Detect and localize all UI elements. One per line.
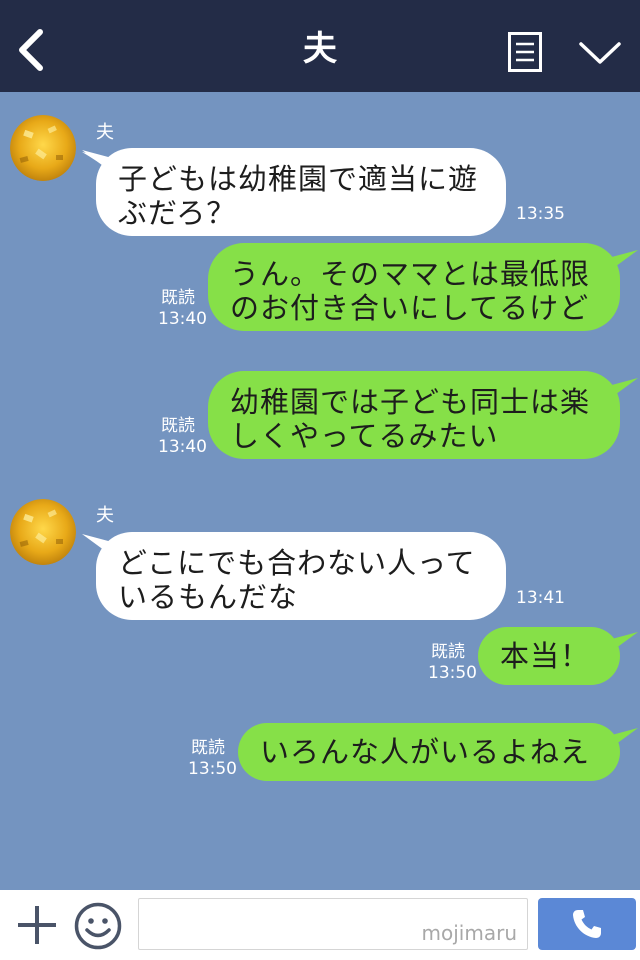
- avatar[interactable]: [10, 499, 76, 565]
- read-label: 既読: [161, 416, 195, 436]
- avatar[interactable]: [10, 115, 76, 181]
- read-label: 既読: [191, 738, 225, 758]
- message-bubble[interactable]: 幼稚園では子ども同士は楽 しくやってるみたい: [208, 371, 620, 459]
- message-bubble[interactable]: どこにでも合わない人って いるもんだな: [96, 532, 506, 620]
- plus-icon[interactable]: [16, 904, 58, 946]
- message-bubble[interactable]: 子どもは幼稚園で適当に遊 ぶだろ？: [96, 148, 506, 236]
- message-time: 13:40: [158, 309, 207, 329]
- chevron-down-icon[interactable]: [578, 40, 622, 66]
- read-receipt: 既読 13:50: [188, 738, 237, 780]
- message-bubble[interactable]: 本当！: [478, 627, 620, 685]
- message-time: 13:35: [516, 204, 565, 224]
- message-bubble[interactable]: いろんな人がいるよねえ: [238, 723, 620, 781]
- read-label: 既読: [161, 288, 195, 308]
- message-time: 13:50: [428, 663, 477, 683]
- read-receipt: 既読 13:50: [428, 642, 477, 684]
- read-label: 既読: [431, 642, 465, 662]
- smile-icon[interactable]: [74, 902, 122, 950]
- input-bar: mojimaru: [0, 890, 640, 960]
- message-time: 13:40: [158, 437, 207, 457]
- sender-name: 夫: [96, 122, 114, 143]
- watermark: mojimaru: [421, 921, 517, 945]
- chat-title: 夫: [303, 29, 337, 69]
- read-receipt: 既読 13:40: [158, 288, 207, 330]
- message-input[interactable]: mojimaru: [138, 898, 528, 950]
- phone-icon: [573, 910, 601, 938]
- call-button[interactable]: [538, 898, 636, 950]
- message-list[interactable]: 夫 子どもは幼稚園で適当に遊 ぶだろ？ 13:35 既読 13:40 うん。その…: [0, 92, 640, 890]
- message-time: 13:50: [188, 759, 237, 779]
- chat-header: 夫: [0, 0, 640, 92]
- menu-icon[interactable]: [508, 32, 542, 72]
- sender-name: 夫: [96, 505, 114, 526]
- message-time: 13:41: [516, 588, 565, 608]
- read-receipt: 既読 13:40: [158, 416, 207, 458]
- message-bubble[interactable]: うん。そのママとは最低限 のお付き合いにしてるけど: [208, 243, 620, 331]
